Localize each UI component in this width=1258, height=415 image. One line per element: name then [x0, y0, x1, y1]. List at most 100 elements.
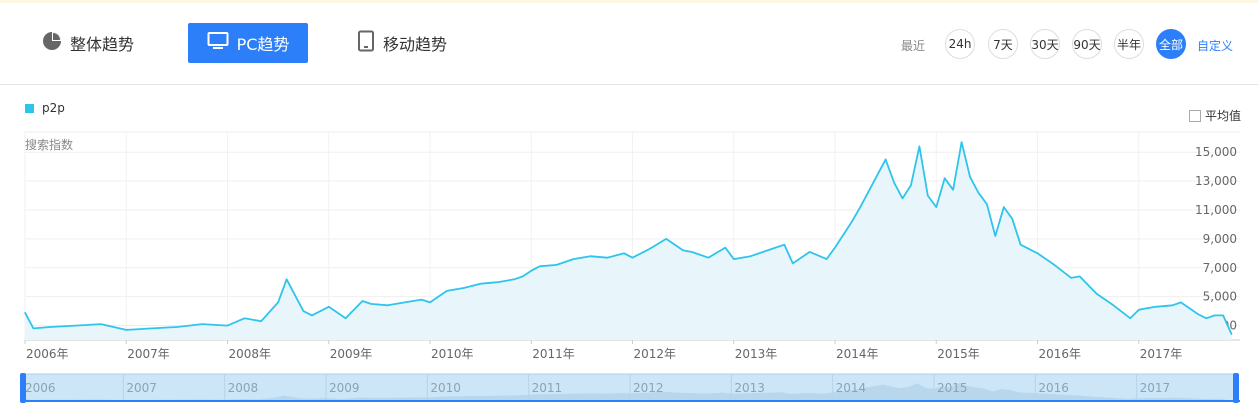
data-point [969, 176, 971, 178]
data-point [370, 303, 372, 305]
data-point [1053, 264, 1055, 266]
data-point [1171, 304, 1174, 306]
scroll-year-label: 2013 [734, 381, 765, 395]
data-point [404, 301, 406, 304]
x-tick-label: 2010年 [431, 347, 474, 361]
data-point [606, 257, 608, 259]
data-point [648, 248, 650, 250]
data-point [1020, 244, 1022, 246]
data-point [994, 235, 996, 237]
data-point [885, 158, 887, 161]
data-point [792, 262, 794, 265]
data-point [851, 220, 853, 223]
data-point [1138, 309, 1140, 311]
y-tick-label: 5,000 [1203, 290, 1237, 304]
data-point [277, 301, 279, 304]
data-point [1070, 277, 1072, 279]
data-point [530, 270, 532, 272]
data-point [463, 287, 465, 289]
data-point [1222, 314, 1224, 317]
data-point [834, 246, 836, 249]
scroll-year-label: 2012 [633, 381, 664, 395]
data-point [513, 278, 515, 280]
data-point [1003, 206, 1005, 208]
data-point [750, 255, 752, 257]
data-point [1180, 301, 1182, 304]
data-point [623, 252, 625, 254]
data-point [361, 300, 364, 302]
data-point [125, 329, 127, 331]
data-point [960, 141, 963, 143]
data-point [910, 184, 912, 187]
data-point [1205, 317, 1207, 319]
x-tick-label: 2006年 [26, 347, 69, 361]
y-tick-label: 15,000 [1195, 145, 1237, 159]
data-point [935, 206, 937, 208]
data-point [496, 281, 499, 283]
scroll-year-label: 2017 [1140, 381, 1171, 395]
data-point [294, 294, 296, 296]
data-point [952, 189, 954, 191]
timeline-scrollbar[interactable]: 2006 2007 2008 2009 2010 2011 2012 2013 2014 2015… [0, 368, 1258, 415]
data-point [707, 257, 710, 259]
data-point [49, 326, 51, 328]
data-point [631, 257, 634, 259]
data-point [918, 145, 920, 148]
data-point [302, 310, 305, 312]
data-point [522, 275, 524, 278]
data-point [1011, 218, 1013, 220]
data-point [150, 327, 153, 330]
scroll-year-label: 2009 [329, 381, 360, 395]
y-tick-label: 11,000 [1195, 203, 1237, 217]
data-point [589, 255, 591, 257]
data-point [893, 181, 895, 184]
data-point [387, 304, 389, 306]
scroll-year-label: 2007 [126, 381, 157, 395]
data-point [201, 323, 203, 325]
data-point [555, 264, 558, 266]
data-point [24, 311, 26, 314]
x-tick-label: 2011年 [532, 347, 575, 361]
scroll-year-label: 2010 [430, 381, 461, 395]
data-point [733, 258, 735, 260]
x-tick-label: 2013年 [735, 347, 778, 361]
x-tick-label: 2009年 [330, 347, 373, 361]
data-point [480, 283, 482, 285]
data-point [876, 174, 878, 176]
data-point [825, 258, 828, 260]
data-point [783, 244, 785, 246]
data-point [1112, 304, 1115, 306]
x-tick-label: 2012年 [634, 347, 677, 361]
data-point [682, 249, 684, 252]
scroll-year-label: 2006 [25, 381, 56, 395]
data-point [539, 265, 541, 267]
data-point [75, 324, 77, 327]
y-tick-label: 9,000 [1203, 232, 1237, 246]
x-tick-label: 2015年 [937, 347, 980, 361]
y-tick-label: 13,000 [1195, 174, 1237, 188]
data-point [226, 324, 229, 327]
data-point [1155, 306, 1157, 308]
data-point [429, 301, 431, 304]
data-point [176, 326, 178, 328]
data-point [1214, 314, 1216, 317]
x-tick-label: 2014年 [836, 347, 879, 361]
data-point [859, 206, 861, 208]
data-point [420, 298, 423, 301]
data-point [32, 327, 35, 330]
data-point [100, 323, 102, 325]
scroll-year-label: 2011 [532, 381, 563, 395]
scroll-year-label: 2016 [1038, 381, 1069, 395]
data-point [1197, 313, 1199, 315]
scroll-year-label: 2014 [836, 381, 867, 395]
data-point [1095, 293, 1098, 295]
scroll-handle-right [1233, 373, 1239, 403]
data-point [1079, 275, 1081, 278]
data-point [260, 320, 262, 322]
data-point [809, 251, 811, 253]
data-point [572, 258, 575, 260]
data-point [901, 197, 904, 200]
data-point [1129, 317, 1131, 319]
data-point [446, 290, 448, 292]
scroll-year-label: 2015 [937, 381, 968, 395]
